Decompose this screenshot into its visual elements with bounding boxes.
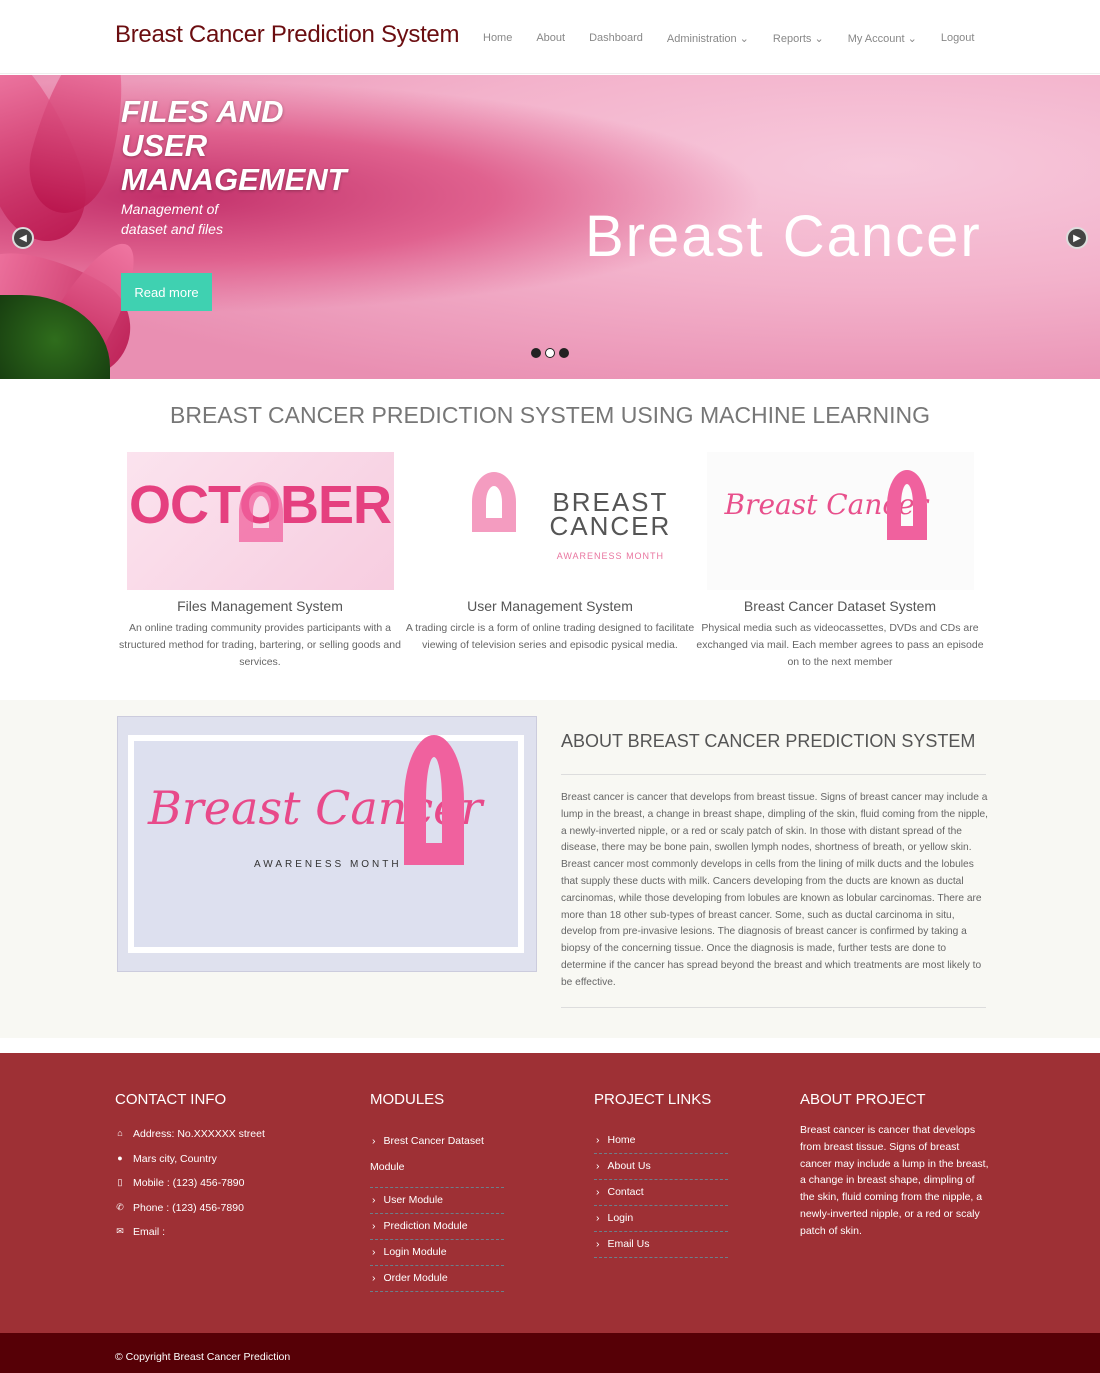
link-label: Order Module [383,1272,448,1284]
header: Breast Cancer Prediction System Home Abo… [0,0,1100,74]
arrow-left-icon[interactable]: ◀ [12,227,34,249]
hero-slider: FILES AND USER MANAGEMENT Management of … [0,75,1100,379]
awareness-image: BREAST CANCER AWARENESS MONTH [416,452,684,590]
nav-my-account[interactable]: My Account ⌄ [848,32,917,45]
nav-home[interactable]: Home [483,32,512,45]
divider [561,774,986,775]
footer-heading: ABOUT PROJECT [800,1091,926,1108]
nav-logout[interactable]: Logout [941,32,975,45]
main-nav: Home About Dashboard Administration ⌄ Re… [483,32,998,45]
hero-banner-text: Breast Cancer [585,204,982,269]
nav-dashboard[interactable]: Dashboard [589,32,643,45]
october-image: OCTOBER [126,452,394,590]
about-section: Breast Cancer AWARENESS MONTH ABOUT BREA… [0,700,1100,1038]
link-label: Brest Cancer Dataset Module [370,1135,484,1173]
link-label: Contact [607,1186,644,1198]
card-files: OCTOBER Files Management System An onlin… [110,452,410,671]
contact-text: Mobile : (123) 456-7890 [133,1177,245,1189]
project-link[interactable]: › Contact [594,1180,728,1206]
ribbon [404,735,464,865]
link-label: Prediction Module [383,1220,468,1232]
brand-logo[interactable]: Breast Cancer Prediction System [115,21,459,49]
footer-heading: MODULES [370,1091,445,1108]
hero-subtitle: Management of dataset and files [121,201,223,237]
contact-mobile: ▯ Mobile : (123) 456-7890 [115,1177,265,1202]
card-text: A trading circle is a form of online tra… [405,622,695,651]
card-text: Physical media such as videocassettes, D… [696,622,984,668]
hero-title-line: MANAGEMENT [121,162,347,197]
contact-email: ✉ Email : [115,1226,265,1251]
project-link[interactable]: › Login [594,1206,728,1232]
divider [561,1007,986,1008]
modules: MODULES › Brest Cancer Dataset Module › Us… [370,1091,504,1292]
project-links: PROJECT LINKS › Home › About Us › Contact ›… [594,1091,728,1258]
awareness-lettering: BREAST CANCER AWARENESS MONTH [549,487,672,561]
about-project: ABOUT PROJECT Breast cancer is cancer th… [800,1091,990,1240]
home-icon: ⌂ [117,1128,123,1138]
globe-icon: ● [117,1152,123,1163]
read-more-button[interactable]: Read more [121,273,212,311]
link-label: About Us [607,1160,651,1172]
card-dataset: Breast Cancer Breast Cancer Dataset Syst… [690,452,990,671]
dataset-image: Breast Cancer [706,452,974,590]
hero-title-line: USER [121,128,208,163]
about-text: Breast cancer is cancer that develops fr… [561,792,988,988]
contact-text: Mars city, Country [133,1152,217,1165]
contact-city: ● Mars city, Country [115,1153,265,1178]
module-link[interactable]: › Brest Cancer Dataset Module [370,1128,504,1188]
slider-dots [531,348,569,358]
module-link[interactable]: › User Module [370,1188,504,1214]
module-link[interactable]: › Login Module [370,1240,504,1266]
contact-text: Phone : (123) 456-7890 [133,1201,244,1214]
copyright-text: © Copyright Breast Cancer Prediction [115,1351,291,1363]
slide-dot[interactable] [559,348,569,358]
footer: CONTACT INFO ⌂ Address: No.XXXXXX street … [0,1053,1100,1333]
ribbon [471,472,516,532]
contact-info: CONTACT INFO ⌂ Address: No.XXXXXX street … [115,1091,265,1251]
about-project-text: Breast cancer is cancer that develops fr… [800,1124,989,1237]
arrow-right-icon[interactable]: ▶ [1066,227,1088,249]
contact-address: ⌂ Address: No.XXXXXX street [115,1128,265,1153]
nav-reports[interactable]: Reports ⌄ [773,32,824,45]
about-image: Breast Cancer AWARENESS MONTH [117,716,537,972]
module-link[interactable]: › Order Module [370,1266,504,1292]
slide-dot[interactable] [531,348,541,358]
card-title: Breast Cancer Dataset System [743,598,937,614]
link-label: Email Us [607,1238,650,1250]
about-title: ABOUT BREAST CANCER PREDICTION SYSTEM [561,731,976,751]
module-link[interactable]: › Prediction Module [370,1214,504,1240]
project-link[interactable]: › Email Us [594,1232,728,1258]
link-label: Login [607,1212,634,1224]
phone-icon: ✆ [116,1201,124,1212]
contact-text: Email : [133,1226,166,1238]
image-frame: Breast Cancer AWARENESS MONTH [128,735,524,953]
project-link[interactable]: › Home [594,1128,728,1154]
card-text: An online trading community provides par… [119,622,401,668]
hero-title: FILES AND USER MANAGEMENT [121,95,347,197]
card-users: BREAST CANCER AWARENESS MONTH User Managem… [400,452,700,654]
nav-administration[interactable]: Administration ⌄ [667,32,749,45]
contact-text: Address: No.XXXXXX street [133,1128,265,1140]
card-title: User Management System [467,598,633,614]
section-title: BREAST CANCER PREDICTION SYSTEM USING MA… [170,402,930,428]
footer-heading: CONTACT INFO [115,1091,227,1108]
link-label: User Module [383,1194,444,1206]
link-label: Login Module [383,1246,447,1258]
ribbon [238,482,283,542]
mobile-icon: ▯ [117,1177,123,1187]
project-link[interactable]: › About Us [594,1154,728,1180]
nav-about[interactable]: About [536,32,565,45]
link-label: Home [607,1134,636,1146]
card-title: Files Management System [177,598,343,614]
envelope-icon: ✉ [116,1226,124,1236]
ribbon [886,470,927,540]
slide-dot-active[interactable] [545,348,555,358]
awareness-lettering: AWARENESS MONTH [254,859,402,870]
copyright-bar: © Copyright Breast Cancer Prediction [0,1333,1100,1373]
contact-phone: ✆ Phone : (123) 456-7890 [115,1202,265,1227]
hero-title-line: FILES AND [121,94,284,129]
footer-heading: PROJECT LINKS [594,1091,712,1108]
